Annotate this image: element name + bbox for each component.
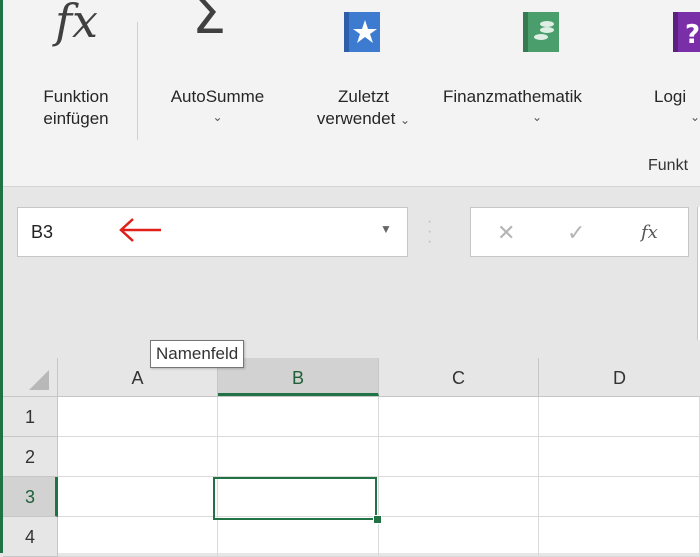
- row-header-3[interactable]: 3: [3, 477, 58, 517]
- insert-function-label-1: Funktion: [43, 87, 109, 106]
- cell-d3[interactable]: [539, 477, 700, 517]
- question-book-icon: ?: [673, 12, 700, 52]
- svg-text:?: ?: [685, 20, 700, 50]
- cell-c2[interactable]: [379, 437, 539, 477]
- cancel-icon[interactable]: ✕: [497, 220, 515, 246]
- name-box-value: B3: [31, 222, 54, 242]
- name-box-tooltip: Namenfeld: [150, 340, 245, 368]
- cell-a2[interactable]: [58, 437, 218, 477]
- select-all-icon: [29, 370, 49, 390]
- active-cell-border[interactable]: [213, 477, 377, 520]
- cell-c4[interactable]: [379, 517, 539, 557]
- cell-b4[interactable]: [218, 517, 379, 557]
- chevron-down-icon: ⌄: [212, 110, 223, 124]
- worksheet-grid: A B C D 1 2 3 4: [3, 358, 700, 557]
- row-header-1[interactable]: 1: [3, 397, 58, 437]
- insert-function-label-2: einfügen: [43, 109, 109, 128]
- column-header-d[interactable]: D: [539, 358, 700, 396]
- cell-d2[interactable]: [539, 437, 700, 477]
- row-header-4[interactable]: 4: [3, 517, 58, 557]
- column-header-c[interactable]: C: [379, 358, 539, 396]
- logical-button[interactable]: ? Logi ⌄: [654, 0, 700, 126]
- select-all-corner[interactable]: [3, 358, 58, 396]
- recently-used-label-2-text: verwendet: [316, 109, 396, 128]
- ribbon-separator: [137, 22, 138, 140]
- ribbon-group-label: Funkt: [648, 157, 689, 174]
- cell-c3[interactable]: [379, 477, 539, 517]
- cell-b1[interactable]: [218, 397, 379, 437]
- name-box[interactable]: B3: [17, 207, 408, 257]
- formula-controls: ✕ ✓ fx: [470, 207, 689, 257]
- recently-used-button[interactable]: Zuletzt verwendet ⌄: [296, 0, 431, 131]
- name-box-dropdown-icon[interactable]: ▼: [380, 222, 392, 236]
- sigma-icon: Σ: [192, 0, 227, 46]
- autosum-button[interactable]: Σ AutoSumme ⌄: [145, 0, 290, 126]
- cell-d1[interactable]: [539, 397, 700, 437]
- ribbon: fx Funktion einfügen Σ AutoSumme ⌄ Zulet…: [3, 0, 700, 187]
- cell-b2[interactable]: [218, 437, 379, 477]
- coins-book-icon: [523, 12, 559, 52]
- insert-function-button[interactable]: fx Funktion einfügen: [21, 0, 131, 130]
- cell-a1[interactable]: [58, 397, 218, 437]
- fill-handle[interactable]: [373, 515, 382, 524]
- enter-icon[interactable]: ✓: [567, 220, 585, 246]
- resize-handle-icon[interactable]: · · ·: [427, 214, 432, 250]
- financial-label: Finanzmathematik: [443, 87, 582, 106]
- column-header-row: A B C D: [3, 358, 700, 397]
- autosum-label: AutoSumme: [170, 87, 265, 106]
- insert-function-icon[interactable]: fx: [641, 222, 658, 243]
- fx-icon: fx: [55, 0, 98, 48]
- red-arrow-annotation: [119, 218, 161, 242]
- recently-used-label-2: verwendet ⌄: [296, 108, 431, 131]
- logical-label: Logi: [654, 87, 687, 106]
- financial-button[interactable]: Finanzmathematik ⌄: [443, 0, 643, 126]
- cell-c1[interactable]: [379, 397, 539, 437]
- chevron-down-icon: ⌄: [400, 113, 411, 127]
- cell-a4[interactable]: [58, 517, 218, 557]
- cell-a3[interactable]: [58, 477, 218, 517]
- star-book-icon: [344, 12, 380, 52]
- chevron-down-icon: ⌄: [531, 110, 543, 124]
- chevron-down-icon: ⌄: [690, 110, 700, 124]
- row-header-2[interactable]: 2: [3, 437, 58, 477]
- recently-used-label-1: Zuletzt: [337, 87, 390, 106]
- cell-d4[interactable]: [539, 517, 700, 557]
